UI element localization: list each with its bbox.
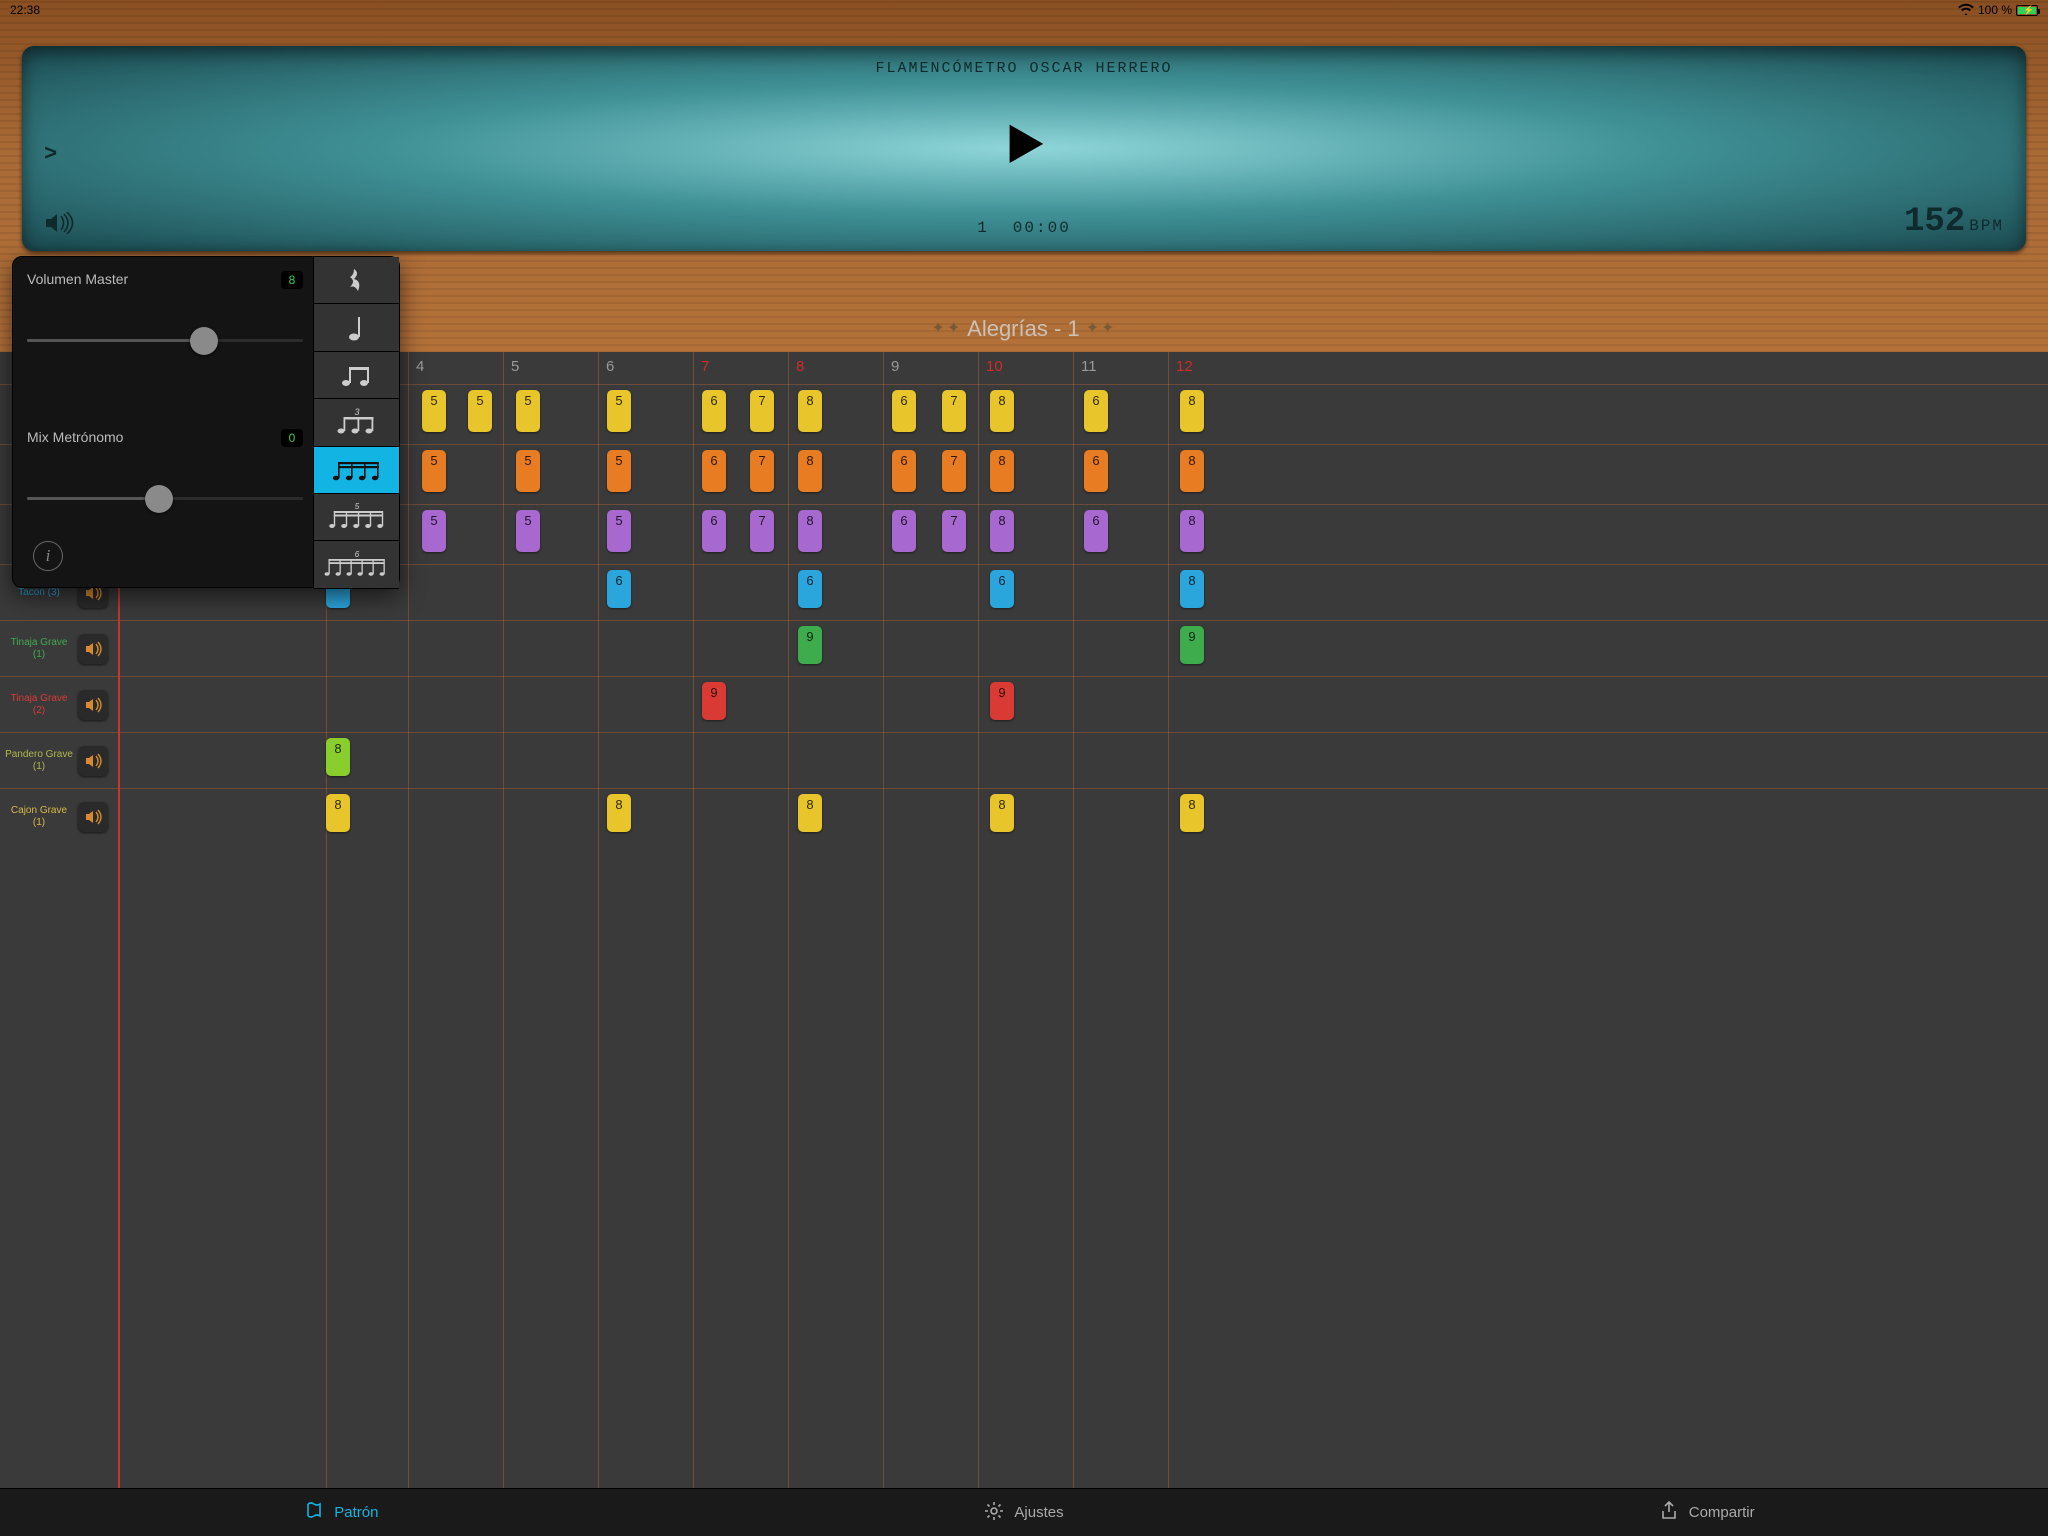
tab-ajustes-label: Ajustes [1014, 1504, 1063, 1521]
bpm-unit: BPM [1969, 217, 2004, 235]
status-time: 22:38 [10, 3, 40, 17]
battery-pct: 100 % [1978, 3, 2012, 17]
subdivision-column: 3 5 6 [313, 257, 399, 587]
deco-left: ✦✦ [931, 320, 962, 337]
tab-compartir-label: Compartir [1689, 1504, 1755, 1521]
note[interactable]: 8 [326, 738, 350, 776]
note[interactable]: 8 [1180, 794, 1204, 832]
tab-patron[interactable]: Patrón [0, 1489, 683, 1536]
master-volume-value: 8 [281, 271, 303, 289]
svg-text:6: 6 [354, 550, 359, 559]
beat-header-9: 9 [883, 352, 978, 384]
subdivision-triplet[interactable]: 3 [314, 399, 399, 446]
bpm-value: 152 [1904, 203, 1965, 241]
lcd-marker: > [44, 142, 57, 167]
track-row: Cajon Grave (1) [0, 788, 2048, 844]
mix-metronome-value: 0 [281, 429, 303, 447]
note[interactable]: 9 [702, 682, 726, 720]
subdivision-sixteenth[interactable] [314, 447, 399, 494]
note[interactable]: 8 [607, 794, 631, 832]
note[interactable]: 8 [326, 794, 350, 832]
play-button[interactable] [1000, 119, 1048, 172]
tab-compartir[interactable]: Compartir [1365, 1489, 2048, 1536]
section-name: Alegrías - 1 [967, 316, 1080, 341]
beat-header-12: 12 [1168, 352, 1263, 384]
subdivision-rest[interactable] [314, 257, 399, 304]
beat-header-6: 6 [598, 352, 693, 384]
beat-header-4: 4 [408, 352, 503, 384]
beat-header-5: 5 [503, 352, 598, 384]
beat-header-7: 7 [693, 352, 788, 384]
lcd-count: 1 [977, 219, 989, 237]
note[interactable]: 9 [990, 682, 1014, 720]
svg-text:5: 5 [354, 502, 359, 511]
status-bar: 22:38 100 % ⚡ [0, 0, 2048, 20]
track-row: Pandero Grave (1) [0, 732, 2048, 788]
track-label: Cajon Grave (1) [0, 789, 78, 844]
mix-metronome-label: Mix Metrónomo [27, 429, 123, 445]
track-row: Tinaja Grave (1) [0, 620, 2048, 676]
track-label: Tinaja Grave (2) [0, 677, 78, 732]
beat-header-8: 8 [788, 352, 883, 384]
subdivision-sextuplet[interactable]: 6 [314, 541, 399, 588]
track-mute-button[interactable] [78, 746, 108, 776]
svg-text:3: 3 [354, 407, 359, 417]
mix-metronome-slider[interactable] [27, 485, 303, 513]
track-mute-button[interactable] [78, 634, 108, 664]
note[interactable]: 8 [1180, 570, 1204, 608]
subdivision-quarter[interactable] [314, 304, 399, 351]
note[interactable]: 8 [798, 794, 822, 832]
track-label: Tinaja Grave (1) [0, 621, 78, 676]
note[interactable]: 8 [990, 794, 1014, 832]
track-row: Tinaja Grave (2) [0, 676, 2048, 732]
track-mute-button[interactable] [78, 802, 108, 832]
volume-popover: Volumen Master 8 Mix Metrónomo 0 i 3 5 6 [12, 256, 400, 588]
pattern-icon [304, 1501, 324, 1525]
bpm-display[interactable]: 152BPM [1904, 203, 2004, 241]
info-button[interactable]: i [33, 541, 63, 571]
subdivision-quintuplet[interactable]: 5 [314, 494, 399, 541]
lcd-counter: 1 00:00 [977, 219, 1071, 237]
note[interactable]: 6 [798, 570, 822, 608]
share-icon [1659, 1501, 1679, 1525]
gear-icon [984, 1501, 1004, 1525]
note[interactable]: 6 [607, 570, 631, 608]
beat-header-11: 11 [1073, 352, 1168, 384]
tab-patron-label: Patrón [334, 1504, 378, 1521]
status-right: 100 % ⚡ [1958, 3, 2038, 18]
subdivision-eighth-pair[interactable] [314, 352, 399, 399]
track-label: Pandero Grave (1) [0, 733, 78, 788]
volume-button[interactable] [44, 212, 74, 239]
lcd-clock: 00:00 [1013, 219, 1071, 237]
note[interactable]: 9 [798, 626, 822, 664]
lcd-title: FLAMENCÓMETRO OSCAR HERRERO [40, 56, 2008, 77]
lcd-panel: FLAMENCÓMETRO OSCAR HERRERO > 1 00:00 15… [22, 46, 2026, 251]
battery-icon: ⚡ [2016, 5, 2038, 16]
master-volume-slider[interactable] [27, 327, 303, 355]
master-volume-label: Volumen Master [27, 271, 128, 287]
wifi-icon [1958, 3, 1974, 18]
tab-bar: Patrón Ajustes Compartir [0, 1488, 2048, 1536]
note[interactable]: 9 [1180, 626, 1204, 664]
beat-header-10: 10 [978, 352, 1073, 384]
tab-ajustes[interactable]: Ajustes [683, 1489, 1366, 1536]
deco-right: ✦✦ [1086, 320, 1117, 337]
note[interactable]: 6 [990, 570, 1014, 608]
track-mute-button[interactable] [78, 690, 108, 720]
